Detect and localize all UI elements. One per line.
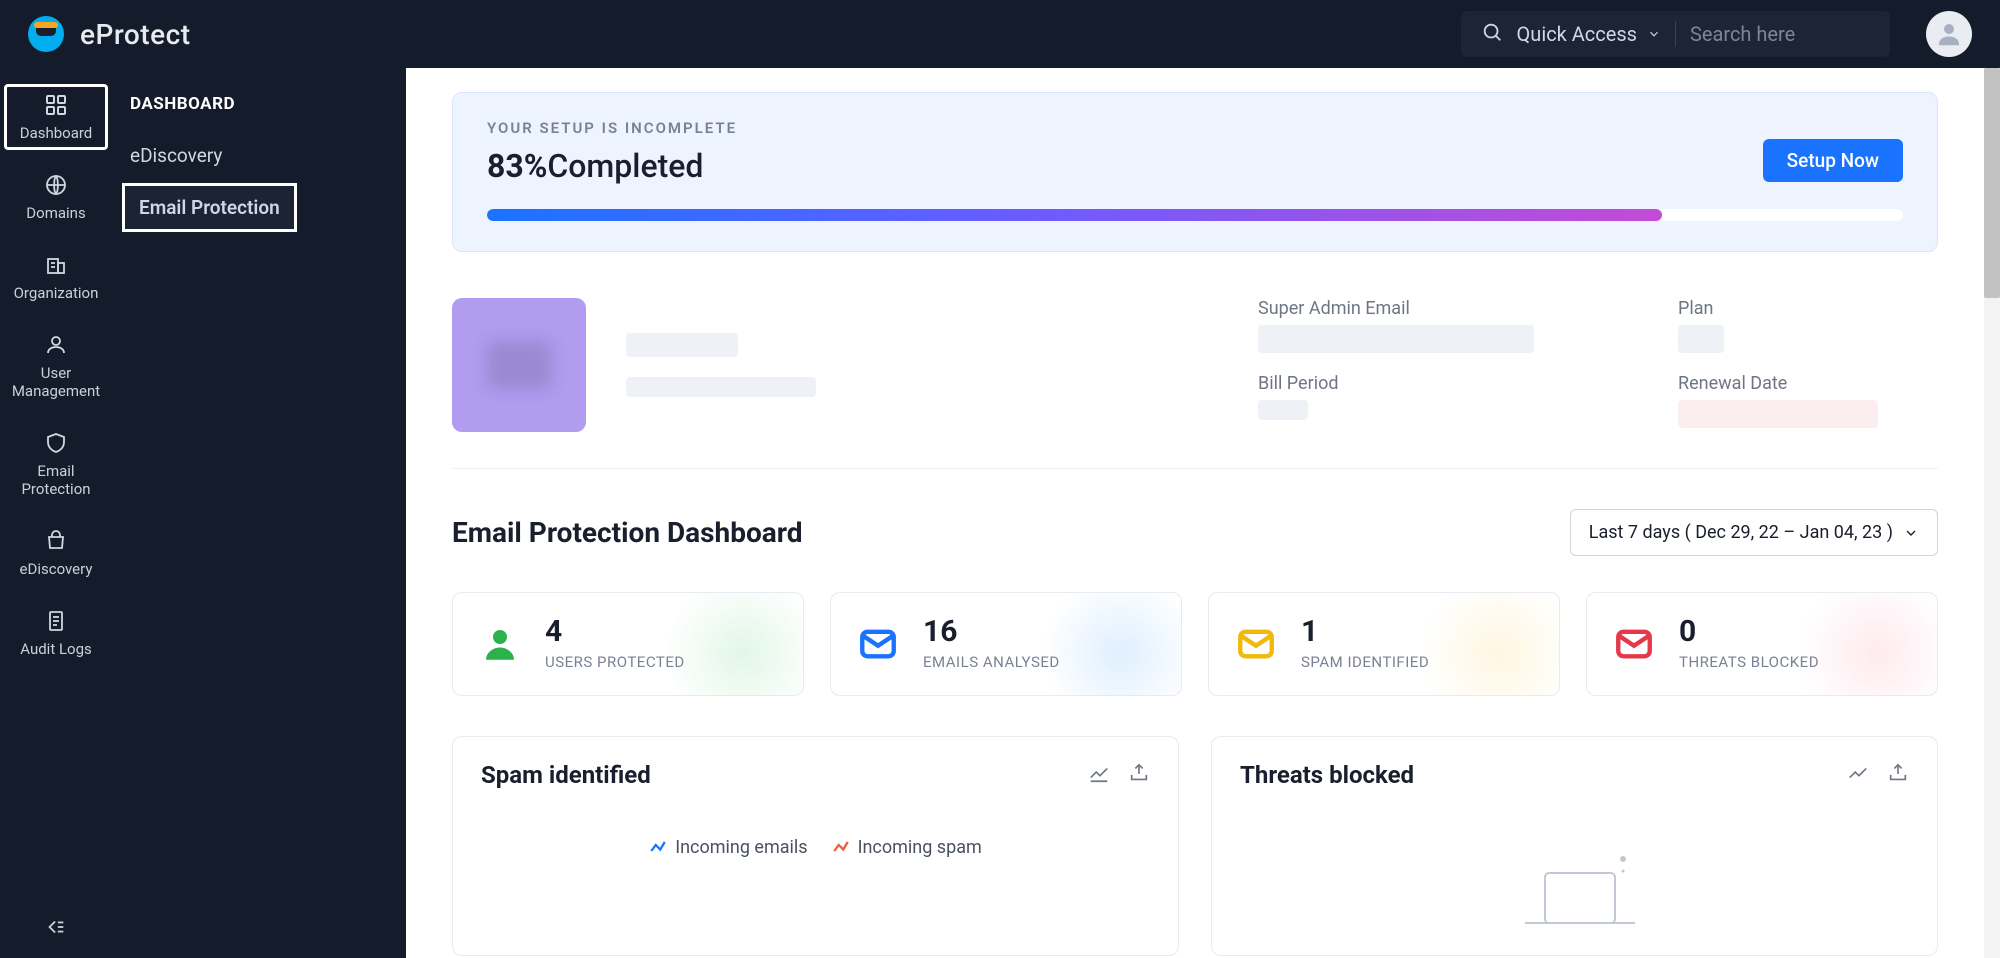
scrollbar-thumb[interactable] (1984, 68, 2000, 298)
redacted-placeholder (1678, 400, 1878, 428)
rail-item-dashboard[interactable]: Dashboard (6, 86, 106, 148)
rail-label: Email Protection (21, 462, 90, 498)
panel-spam-identified: Spam identified Incoming emails Incoming… (452, 736, 1179, 956)
chevron-down-icon (1903, 525, 1919, 541)
export-icon[interactable] (1887, 762, 1909, 788)
person-icon (479, 623, 521, 665)
shield-icon (44, 430, 68, 456)
rail-label: User Management (12, 364, 100, 400)
super-admin-label: Super Admin Email (1258, 298, 1638, 319)
main-content: YOUR SETUP IS INCOMPLETE 83%Completed Se… (406, 68, 1984, 958)
renewal-date-label: Renewal Date (1678, 373, 1938, 394)
user-avatar[interactable] (1926, 11, 1972, 57)
date-range-label: Last 7 days ( Dec 29, 22 – Jan 04, 23 ) (1589, 522, 1893, 543)
collapse-rail-button[interactable] (0, 916, 112, 938)
dashboard-title: Email Protection Dashboard (452, 516, 1570, 549)
rail-label: Organization (14, 284, 99, 302)
panel-title: Spam identified (481, 761, 1070, 789)
redacted-placeholder (1258, 325, 1534, 353)
rail-label: eDiscovery (20, 560, 93, 578)
rail-item-email-protection[interactable]: Email Protection (6, 424, 106, 504)
tile-label: SPAM IDENTIFIED (1301, 653, 1429, 671)
redacted-placeholder (1258, 400, 1308, 420)
mail-spam-icon (1235, 623, 1277, 665)
rail-item-audit-logs[interactable]: Audit Logs (6, 602, 106, 664)
date-range-selector[interactable]: Last 7 days ( Dec 29, 22 – Jan 04, 23 ) (1570, 509, 1938, 556)
rail-label: Domains (26, 204, 85, 222)
panel-row: Spam identified Incoming emails Incoming… (452, 736, 1938, 956)
org-info-row: Super Admin Email Bill Period Plan Renew… (452, 252, 1938, 469)
tile-value: 16 (923, 617, 1060, 647)
subnav: DASHBOARD eDiscovery Email Protection (112, 68, 406, 958)
chart-type-icon[interactable] (1847, 762, 1869, 788)
subnav-item-email-protection[interactable]: Email Protection (122, 183, 297, 232)
tile-label: EMAILS ANALYSED (923, 653, 1060, 671)
panel-title: Threats blocked (1240, 761, 1829, 789)
redacted-placeholder (1678, 325, 1724, 353)
subnav-title: DASHBOARD (112, 68, 406, 132)
rail-item-organization[interactable]: Organization (6, 246, 106, 308)
tile-emails-analysed[interactable]: 16 EMAILS ANALYSED (830, 592, 1182, 696)
subnav-item-ediscovery[interactable]: eDiscovery (112, 132, 406, 179)
panel-threats-blocked: Threats blocked (1211, 736, 1938, 956)
stat-tiles: 4 USERS PROTECTED 16 EMAILS ANALYSED (452, 592, 1938, 696)
bill-period-label: Bill Period (1258, 373, 1638, 394)
chart-legend: Incoming emails Incoming spam (481, 837, 1150, 858)
rail-item-domains[interactable]: Domains (6, 166, 106, 228)
brand-name: eProtect (80, 18, 191, 51)
mail-threat-icon (1613, 623, 1655, 665)
dashboard-icon (44, 92, 68, 118)
rail-item-user-management[interactable]: User Management (6, 326, 106, 406)
rail-label: Dashboard (20, 124, 93, 142)
archive-icon (44, 528, 68, 554)
header: eProtect Quick Access (0, 0, 2000, 68)
rail-item-ediscovery[interactable]: eDiscovery (6, 522, 106, 584)
setup-progress-bar (487, 209, 1903, 221)
logs-icon (44, 608, 68, 634)
tile-spam-identified[interactable]: 1 SPAM IDENTIFIED (1208, 592, 1560, 696)
building-icon (44, 252, 68, 278)
user-icon (44, 332, 68, 358)
org-logo-placeholder (452, 298, 586, 432)
tile-users-protected[interactable]: 4 USERS PROTECTED (452, 592, 804, 696)
redacted-placeholder (626, 377, 816, 397)
chart-type-icon[interactable] (1088, 762, 1110, 788)
quick-access-search-bar: Quick Access (1461, 11, 1890, 57)
dashboard-header: Email Protection Dashboard Last 7 days (… (452, 509, 1938, 556)
setup-now-button[interactable]: Setup Now (1763, 139, 1903, 182)
setup-banner: YOUR SETUP IS INCOMPLETE 83%Completed Se… (452, 92, 1938, 252)
search-input[interactable] (1690, 22, 1870, 46)
empty-state-illustration (1240, 849, 1909, 929)
plan-label: Plan (1678, 298, 1938, 319)
setup-percent: 83%Completed (487, 147, 1903, 185)
left-rail: Dashboard Domains Organization User Mana… (0, 68, 112, 958)
rail-label: Audit Logs (20, 640, 92, 658)
redacted-placeholder (626, 333, 738, 357)
globe-icon (44, 172, 68, 198)
quick-access-dropdown[interactable]: Quick Access (1517, 22, 1661, 46)
logo-icon (28, 16, 64, 52)
tile-threats-blocked[interactable]: 0 THREATS BLOCKED (1586, 592, 1938, 696)
export-icon[interactable] (1128, 762, 1150, 788)
search-icon (1481, 21, 1503, 47)
tile-value: 1 (1301, 617, 1429, 647)
chevron-down-icon (1647, 27, 1661, 41)
setup-eyebrow: YOUR SETUP IS INCOMPLETE (487, 119, 1903, 137)
quick-access-label: Quick Access (1517, 22, 1637, 46)
mail-icon (857, 623, 899, 665)
